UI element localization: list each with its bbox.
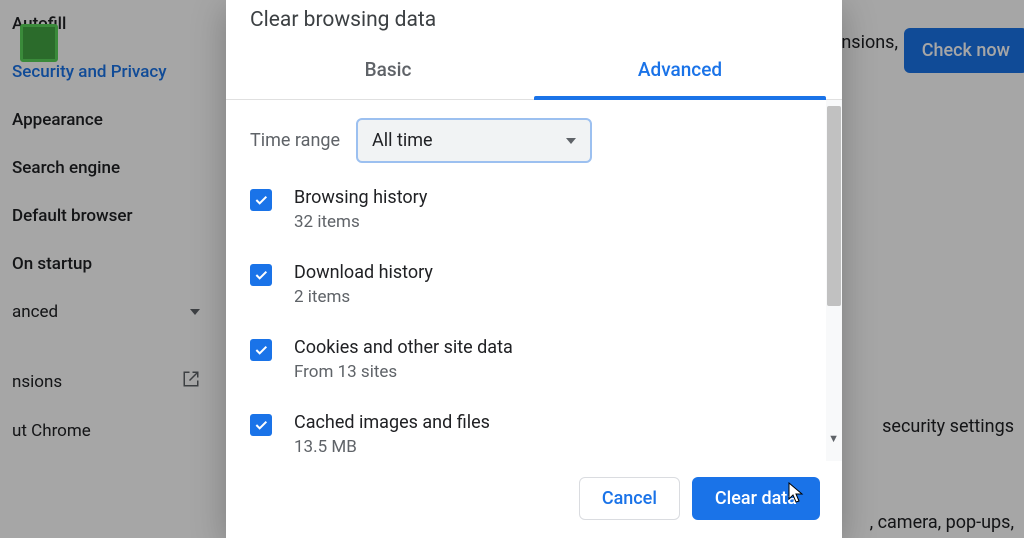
checkbox-cached-images[interactable] xyxy=(250,414,272,436)
sidebar-item-search-engine[interactable]: Search engine xyxy=(0,144,212,192)
app-logo-icon xyxy=(20,24,58,62)
settings-sidebar: Autofill Security and Privacy Appearance… xyxy=(0,0,212,538)
checkbox-browsing-history[interactable] xyxy=(250,189,272,211)
chevron-down-icon xyxy=(190,309,200,315)
time-range-select[interactable]: All time xyxy=(356,118,592,163)
sidebar-item-appearance[interactable]: Appearance xyxy=(0,96,212,144)
option-subtitle: 13.5 MB xyxy=(294,437,812,457)
option-title: Download history xyxy=(294,262,812,283)
checkbox-download-history[interactable] xyxy=(250,264,272,286)
time-range-label: Time range xyxy=(250,130,340,151)
advanced-label: anced xyxy=(12,302,58,322)
tab-basic[interactable]: Basic xyxy=(242,44,534,99)
extensions-label: nsions xyxy=(12,372,62,392)
option-subtitle: 32 items xyxy=(294,212,812,232)
sidebar-item-on-startup[interactable]: On startup xyxy=(0,240,212,288)
option-cached-images: Cached images and files 13.5 MB xyxy=(250,412,812,457)
option-subtitle: 2 items xyxy=(294,287,812,307)
sidebar-item-extensions[interactable]: nsions xyxy=(0,356,212,407)
clear-data-label: Clear data xyxy=(715,488,797,509)
sidebar-item-default-browser[interactable]: Default browser xyxy=(0,192,212,240)
bg-permissions-text: , camera, pop-ups, xyxy=(870,512,1014,533)
clear-browsing-data-dialog: Clear browsing data Basic Advanced ▼ Tim… xyxy=(226,0,842,538)
option-title: Cookies and other site data xyxy=(294,337,812,358)
scrollbar-thumb[interactable] xyxy=(827,106,841,306)
dialog-tabs: Basic Advanced xyxy=(226,44,842,100)
dialog-title: Clear browsing data xyxy=(226,0,842,44)
sidebar-advanced-toggle[interactable]: anced xyxy=(0,288,212,336)
open-external-icon xyxy=(182,370,200,393)
bg-security-text: security settings xyxy=(882,416,1014,437)
check-now-button[interactable]: Check now xyxy=(904,28,1024,73)
cancel-button[interactable]: Cancel xyxy=(579,477,680,520)
checkmark-icon xyxy=(253,192,269,208)
clear-data-button[interactable]: Clear data xyxy=(692,477,820,520)
checkmark-icon xyxy=(253,342,269,358)
checkmark-icon xyxy=(253,267,269,283)
option-subtitle: From 13 sites xyxy=(294,362,812,382)
sidebar-item-about-chrome[interactable]: ut Chrome xyxy=(0,407,212,455)
scrollbar-down-icon[interactable]: ▼ xyxy=(828,432,839,445)
option-title: Browsing history xyxy=(294,187,812,208)
scrollbar-track[interactable]: ▼ xyxy=(826,100,842,461)
tab-advanced[interactable]: Advanced xyxy=(534,44,826,99)
dialog-footer: Cancel Clear data xyxy=(226,461,842,538)
option-title: Cached images and files xyxy=(294,412,812,433)
time-range-row: Time range All time xyxy=(250,118,812,163)
option-cookies: Cookies and other site data From 13 site… xyxy=(250,337,812,382)
chevron-down-icon xyxy=(566,138,576,144)
time-range-value: All time xyxy=(372,130,433,151)
checkbox-cookies[interactable] xyxy=(250,339,272,361)
checkmark-icon xyxy=(253,417,269,433)
option-browsing-history: Browsing history 32 items xyxy=(250,187,812,232)
option-download-history: Download history 2 items xyxy=(250,262,812,307)
dialog-body: ▼ Time range All time Browsing history 3… xyxy=(226,100,842,461)
